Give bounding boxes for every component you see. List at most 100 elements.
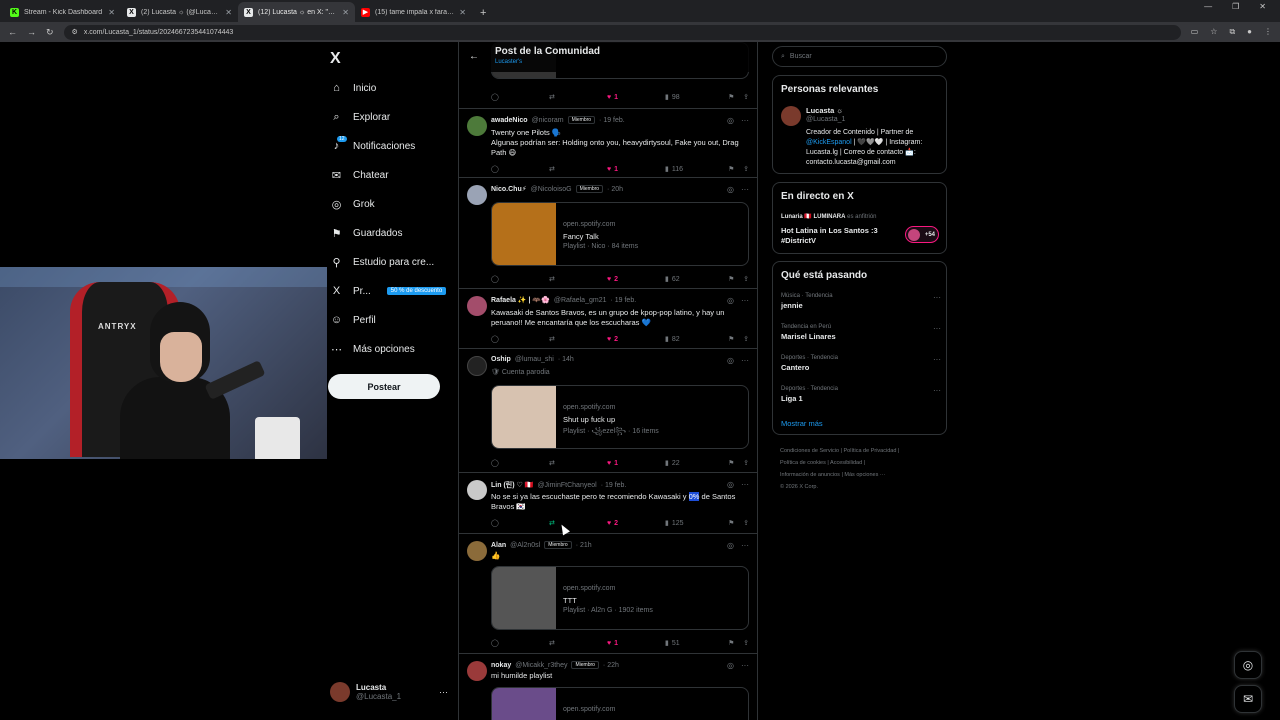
close-icon[interactable]: ✕ — [342, 8, 349, 17]
close-icon[interactable]: ✕ — [225, 8, 232, 17]
more-icon[interactable]: ··· — [933, 355, 941, 364]
more-icon[interactable]: ··· — [741, 661, 749, 670]
live-host[interactable]: Lunaria 🇵🇪 LUMINARA es anfitrión — [781, 213, 877, 220]
author-handle[interactable]: @Al2n0sl — [510, 542, 540, 549]
sidebar-item-notificaciones[interactable]: ♪ 12 Notificaciones — [330, 136, 415, 155]
spotify-card[interactable]: open.spotify.com — [491, 687, 749, 720]
bookmark-icon[interactable]: ⚑ — [729, 335, 734, 343]
like-button[interactable]: ♥ 1 — [607, 166, 665, 173]
repost-button[interactable]: ⇄ — [549, 93, 607, 101]
author-name[interactable]: Oship — [491, 356, 511, 363]
sidebar-item-mas-opciones[interactable]: ⋯ Más opciones — [330, 340, 415, 358]
post[interactable]: Lin (린) ♡ 🇵🇪 @JiminFtChanyeol · 19 feb. … — [459, 473, 757, 534]
bookmark-icon[interactable]: ⚑ — [729, 165, 734, 173]
share-icon[interactable]: ⇪ — [743, 165, 749, 173]
avatar[interactable] — [467, 296, 487, 316]
more-icon[interactable]: ··· — [741, 480, 749, 489]
close-window-icon[interactable]: ✕ — [1259, 2, 1266, 11]
cast-icon[interactable]: ▭ — [1191, 27, 1199, 37]
spotify-card[interactable]: open.spotify.com Shut up fuck up Playlis… — [491, 385, 749, 449]
back-arrow-icon[interactable]: ← — [469, 51, 479, 62]
bookmark-icon[interactable]: ⚑ — [729, 275, 734, 283]
share-icon[interactable]: ⇪ — [743, 275, 749, 283]
post-time[interactable]: · 22h — [603, 662, 619, 669]
author-name[interactable]: awadeNico — [491, 117, 528, 124]
post-time[interactable]: · 21h — [576, 542, 592, 549]
close-icon[interactable]: ✕ — [108, 8, 115, 17]
bookmark-star-icon[interactable]: ☆ — [1210, 27, 1217, 37]
trend-item[interactable]: Deportes · Tendencia Liga 1 ··· — [781, 386, 941, 403]
like-button[interactable]: ♥ 2 — [607, 520, 665, 527]
new-tab-button[interactable]: + — [472, 7, 494, 22]
minimize-icon[interactable]: — — [1204, 2, 1212, 11]
like-button[interactable]: ♥ 1 — [607, 640, 665, 647]
author-name[interactable]: Nico.Chu⚡ — [491, 185, 527, 193]
reply-button[interactable]: ◯ — [491, 459, 549, 467]
post-button[interactable]: Postear — [328, 374, 440, 399]
post[interactable]: Alan @Al2n0sl Miembro · 21h ◎ ··· 👍 open.… — [459, 534, 757, 654]
avatar[interactable] — [467, 116, 487, 136]
bio-link[interactable]: @KickEspanol — [806, 139, 852, 146]
grok-icon[interactable]: ◎ — [727, 480, 734, 489]
post-time[interactable]: · 19 feb. — [610, 297, 636, 304]
author-handle[interactable]: @lumau_shi — [515, 356, 554, 363]
listener-count[interactable]: +54 — [905, 226, 939, 243]
more-icon[interactable]: ··· — [741, 356, 749, 365]
post[interactable]: Oship @lumau_shi · 14h ◎ ··· 🛡 Cuenta par… — [459, 349, 757, 473]
more-icon[interactable]: ··· — [933, 293, 941, 302]
repost-button[interactable]: ⇄ — [549, 275, 607, 283]
close-icon[interactable]: ✕ — [459, 8, 466, 17]
reply-button[interactable]: ◯ — [491, 639, 549, 647]
share-icon[interactable]: ⇪ — [743, 519, 749, 527]
search-input[interactable]: ⌕ Buscar — [772, 46, 947, 67]
post-time[interactable]: · 14h — [558, 356, 574, 363]
trend-item[interactable]: Tendencia en Perú Marisel Linares ··· — [781, 324, 941, 341]
site-info-icon[interactable]: ⚙ — [72, 28, 78, 36]
live-title[interactable]: Hot Latina in Los Santos :3 #DistrictV — [781, 226, 891, 246]
reply-button[interactable]: ◯ — [491, 165, 549, 173]
author-name[interactable]: nokay — [491, 662, 511, 669]
repost-button[interactable]: ⇄ — [549, 639, 607, 647]
show-more-link[interactable]: Mostrar más — [781, 419, 823, 428]
profile-icon[interactable]: ● — [1247, 27, 1252, 37]
avatar[interactable] — [467, 480, 487, 500]
extensions-icon[interactable]: ⧉ — [1229, 27, 1235, 37]
spotify-card[interactable]: open.spotify.com Fancy Talk Playlist · N… — [491, 202, 749, 266]
browser-tab-active[interactable]: X (12) Lucasta ☼ en X: "Hola, rec ✕ — [238, 2, 355, 22]
bookmark-icon[interactable]: ⚑ — [729, 519, 734, 527]
back-icon[interactable]: ← — [8, 27, 17, 37]
sidebar-item-perfil[interactable]: ☺ Perfil — [330, 311, 376, 329]
grok-icon[interactable]: ◎ — [727, 185, 734, 194]
reply-button[interactable]: ◯ — [491, 335, 549, 343]
sidebar-item-chatear[interactable]: ✉ Chatear — [330, 166, 389, 184]
share-icon[interactable]: ⇪ — [743, 639, 749, 647]
bookmark-icon[interactable]: ⚑ — [729, 639, 734, 647]
like-button[interactable]: ♥ 2 — [607, 276, 665, 283]
sidebar-item-inicio[interactable]: ⌂ Inicio — [330, 79, 376, 97]
sidebar-item-grok[interactable]: ◎ Grok — [330, 195, 375, 213]
x-logo-icon[interactable]: X — [330, 50, 341, 68]
avatar[interactable] — [467, 661, 487, 681]
avatar[interactable] — [781, 106, 801, 126]
more-icon[interactable]: ··· — [933, 324, 941, 333]
browser-tab[interactable]: K Stream - Kick Dashboard ✕ — [4, 2, 121, 22]
views-button[interactable]: ▮ 22 — [665, 459, 719, 468]
like-button[interactable]: ♥ 1 — [607, 94, 665, 101]
views-button[interactable]: ▮ 62 — [665, 275, 719, 284]
like-button[interactable]: ♥ 1 — [607, 460, 665, 467]
trend-item[interactable]: Deportes · Tendencia Cantero ··· — [781, 355, 941, 372]
spotify-card[interactable]: open.spotify.com TTT Playlist · Al2n G ·… — [491, 566, 749, 630]
author-name[interactable]: Lin (린) ♡ 🇵🇪 — [491, 480, 533, 490]
forward-icon[interactable]: → — [27, 27, 36, 37]
grok-fab-icon[interactable]: ◎ — [1234, 651, 1262, 679]
grok-icon[interactable]: ◎ — [727, 541, 734, 550]
maximize-icon[interactable]: ❐ — [1232, 2, 1239, 11]
reply-button[interactable]: ◯ — [491, 93, 549, 101]
bookmark-icon[interactable]: ⚑ — [729, 93, 734, 101]
sidebar-item-guardados[interactable]: ⚑ Guardados — [330, 224, 403, 242]
browser-tab[interactable]: ▶ (15) tame impala x faraón love ✕ — [355, 2, 472, 22]
repost-button[interactable]: ⇄ — [549, 459, 607, 467]
reload-icon[interactable]: ↻ — [46, 27, 54, 38]
avatar[interactable] — [467, 185, 487, 205]
author-handle[interactable]: @nicoram — [532, 117, 564, 124]
